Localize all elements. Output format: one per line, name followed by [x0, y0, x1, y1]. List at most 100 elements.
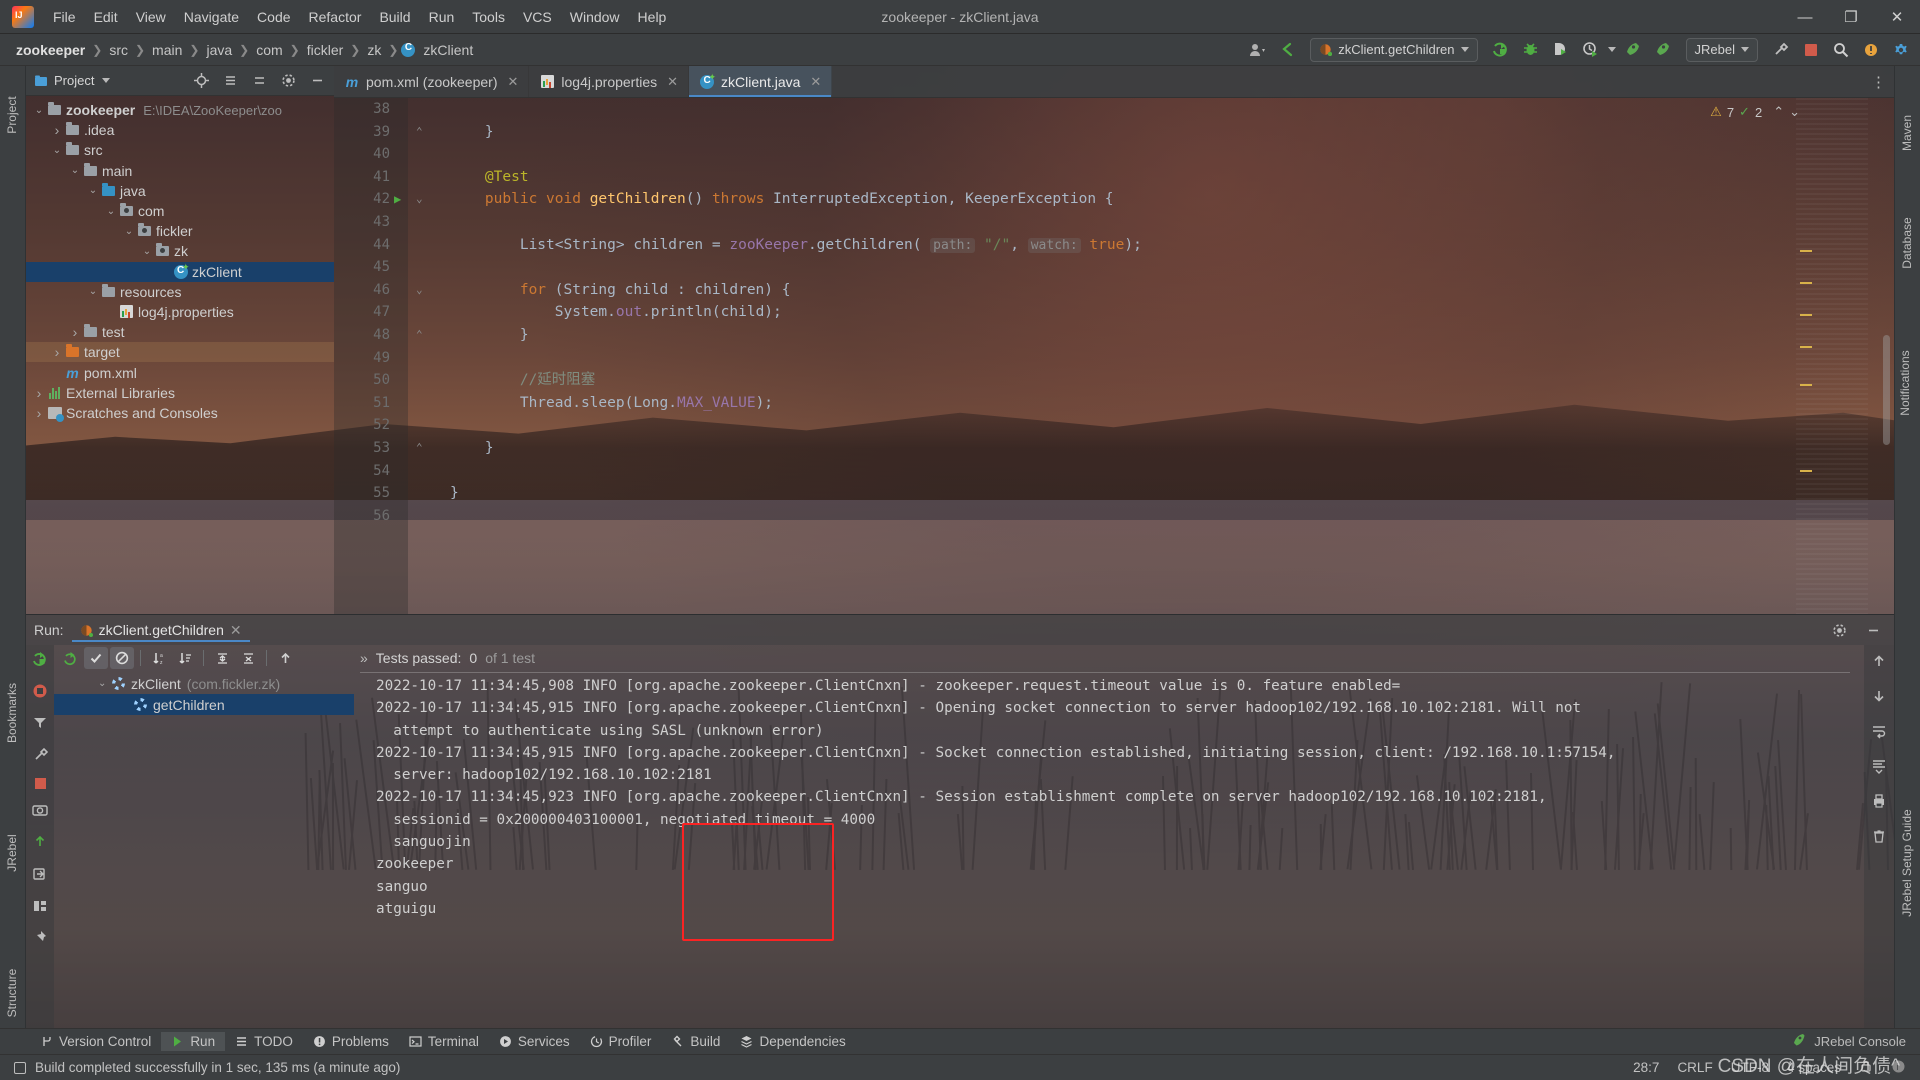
tool-window-button-todo[interactable]: TODO: [225, 1032, 303, 1051]
collapse-all-icon[interactable]: [236, 647, 260, 669]
strip-item-jrebel[interactable]: JRebel: [5, 823, 19, 883]
project-settings-icon[interactable]: [275, 69, 301, 93]
strip-item-bookmarks[interactable]: Bookmarks: [5, 683, 19, 743]
chevron-down-icon[interactable]: ⌄: [68, 165, 82, 176]
layout-icon[interactable]: [32, 898, 48, 917]
project-tree-item-zkclient[interactable]: ✦zkClient: [26, 262, 334, 282]
code-fold-icon[interactable]: ⌃: [416, 121, 423, 144]
tool-window-button-problems[interactable]: Problems: [303, 1032, 399, 1051]
code-line[interactable]: 52: [334, 414, 1894, 437]
run-icon[interactable]: [1488, 38, 1514, 62]
code-line[interactable]: 49: [334, 347, 1894, 370]
editor-marker[interactable]: [1800, 346, 1812, 348]
project-tree-item-pomxml[interactable]: m pom.xml: [26, 362, 334, 382]
chevron-right-icon[interactable]: ›: [32, 385, 46, 401]
profiler-chevron-down-icon[interactable]: [1608, 47, 1616, 52]
jrebel-run-icon[interactable]: [1620, 38, 1646, 62]
jrebel-debug-icon[interactable]: [1650, 38, 1676, 62]
settings-icon[interactable]: [33, 747, 48, 765]
project-tree-item-idea[interactable]: › .idea: [26, 120, 334, 140]
tool-window-button-services[interactable]: Services: [489, 1032, 580, 1051]
code-line[interactable]: 45: [334, 256, 1894, 279]
project-tree-item-java[interactable]: ⌄ java: [26, 181, 334, 201]
strip-item-jrebel-setup-guide[interactable]: JRebel Setup Guide: [1900, 799, 1914, 927]
run-configuration-selector[interactable]: zkClient.getChildren: [1310, 38, 1477, 62]
breadcrumb[interactable]: zookeeper ❯ src ❯ main ❯ java ❯ com ❯ fickler ❯ zk ❯ C…: [0, 40, 477, 60]
editor-minimap[interactable]: [1796, 98, 1868, 614]
soft-wrap-icon[interactable]: [1871, 723, 1887, 742]
editor-marker[interactable]: [1800, 384, 1812, 386]
code-line[interactable]: 44 List<String> children = zooKeeper.get…: [334, 234, 1894, 257]
caret-position[interactable]: 28:7: [1633, 1060, 1659, 1075]
file-encoding[interactable]: UTF-8: [1731, 1060, 1769, 1075]
menu-item-build[interactable]: Build: [370, 5, 419, 29]
event-log-icon[interactable]: i: [1891, 1059, 1906, 1077]
expand-console-icon[interactable]: »: [360, 650, 368, 666]
rerun-tests-icon[interactable]: [58, 647, 82, 669]
run-console[interactable]: » Tests passed: 0 of 1 test 2022-10-17 1…: [354, 645, 1864, 1028]
project-tree-item-scratchesandconsoles[interactable]: › Scratches and Consoles: [26, 403, 334, 423]
project-tree-item-test[interactable]: › test: [26, 322, 334, 342]
search-icon[interactable]: [1828, 38, 1854, 62]
menu-item-file[interactable]: File: [44, 5, 85, 29]
code-line[interactable]: 48 ⌃ }: [334, 324, 1894, 347]
locate-file-icon[interactable]: [188, 69, 214, 93]
code-line[interactable]: 56: [334, 505, 1894, 528]
menu-item-navigate[interactable]: Navigate: [175, 5, 248, 29]
menu-item-refactor[interactable]: Refactor: [300, 5, 371, 29]
project-chevron-down-icon[interactable]: [102, 78, 110, 83]
run-tab[interactable]: zkClient.getChildren ✕: [72, 619, 250, 642]
profiler-clock-icon[interactable]: [1578, 38, 1604, 62]
breadcrumb-item-main[interactable]: main: [148, 40, 186, 60]
code-editor[interactable]: 38 39 ⌃ } 40 41 @Test 42 ▶ ⌄ public void getChi…: [334, 98, 1894, 614]
next-problem-icon[interactable]: ⌄: [1789, 104, 1800, 120]
code-fold-icon[interactable]: ⌃: [416, 324, 423, 347]
sort-alphabetically-icon[interactable]: az: [147, 647, 171, 669]
scroll-to-end-icon[interactable]: [1871, 758, 1887, 777]
editor-marker[interactable]: [1800, 282, 1812, 284]
inspection-widget[interactable]: ⚠ 7 ✓ 2 ⌃ ⌄: [1710, 104, 1800, 120]
project-tree-item-externallibraries[interactable]: › External Libraries: [26, 383, 334, 403]
jrebel-chevron-down-icon[interactable]: [1741, 47, 1749, 52]
code-fold-icon[interactable]: ⌄: [416, 188, 423, 211]
breadcrumb-item-src[interactable]: src: [105, 40, 132, 60]
import-icon[interactable]: [32, 866, 48, 885]
stop-icon[interactable]: [1798, 38, 1824, 62]
hide-panel-icon[interactable]: [304, 69, 330, 93]
line-separator[interactable]: CRLF: [1677, 1060, 1712, 1075]
settings-gear-icon[interactable]: [1888, 38, 1914, 62]
close-icon[interactable]: ✕: [230, 622, 242, 639]
editor-marker[interactable]: [1800, 250, 1812, 252]
run-test-gutter-icon[interactable]: ▶: [394, 188, 401, 211]
editor-marker[interactable]: [1800, 314, 1812, 316]
sort-by-duration-icon[interactable]: [173, 647, 197, 669]
code-line[interactable]: 53 ⌃ }: [334, 437, 1894, 460]
menu-item-help[interactable]: Help: [629, 5, 676, 29]
filter-icon[interactable]: [32, 715, 48, 734]
menu-item-vcs[interactable]: VCS: [514, 5, 561, 29]
more-options-icon[interactable]: ⋮: [1871, 73, 1886, 91]
project-tree-item-resources[interactable]: ⌄ resources: [26, 282, 334, 302]
close-button[interactable]: ✕: [1874, 0, 1920, 34]
project-tree-item-fickler[interactable]: ⌄ fickler: [26, 221, 334, 241]
scroll-down-icon[interactable]: [1871, 688, 1887, 707]
pin-icon[interactable]: [32, 930, 48, 949]
run-settings-gear-icon[interactable]: [1826, 618, 1852, 642]
debug-icon[interactable]: [1518, 38, 1544, 62]
menu-item-code[interactable]: Code: [248, 5, 299, 29]
profile-icon[interactable]: [1244, 38, 1270, 62]
strip-item-project[interactable]: Project: [5, 85, 19, 145]
chevron-down-icon[interactable]: ⌄: [86, 185, 100, 196]
code-fold-icon[interactable]: ⌄: [416, 279, 423, 302]
rerun-icon[interactable]: [32, 651, 48, 670]
menu-item-view[interactable]: View: [127, 5, 175, 29]
code-line[interactable]: 54: [334, 460, 1894, 483]
breadcrumb-item-zkclient[interactable]: zkClient: [419, 40, 477, 60]
collapse-all-icon[interactable]: [246, 69, 272, 93]
editor-tab-pomxml[interactable]: m pom.xml (zookeeper) ✕: [334, 66, 529, 97]
expand-all-icon[interactable]: [217, 69, 243, 93]
prev-failed-test-icon[interactable]: [273, 647, 297, 669]
code-line[interactable]: 50 //延时阻塞: [334, 369, 1894, 392]
project-tree-item-com[interactable]: ⌄ com: [26, 201, 334, 221]
project-tree-item-zookeeper[interactable]: ⌄ zookeeper E:\IDEA\ZooKeeper\zoo: [26, 100, 334, 120]
